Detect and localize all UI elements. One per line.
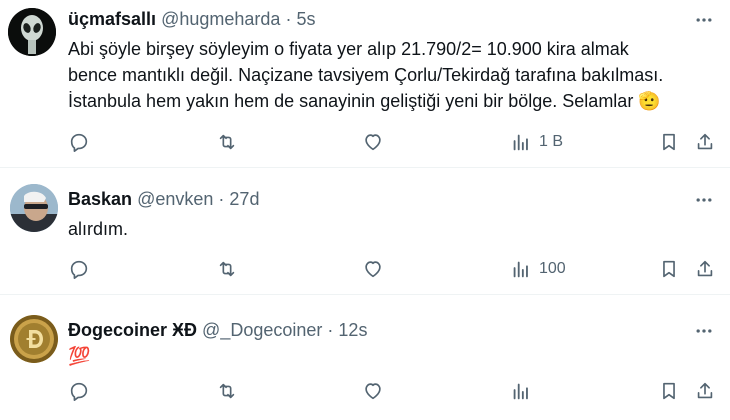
handle[interactable]: @_Dogecoiner	[202, 320, 322, 340]
heart-icon	[365, 261, 381, 278]
tweet-text: 💯	[68, 343, 90, 369]
tweet[interactable]: Ðogecoiner ӾÐ @_Dogecoiner · 12s 💯	[0, 295, 730, 420]
bookmark-button[interactable]	[658, 130, 680, 154]
views-icon	[513, 383, 528, 400]
timestamp[interactable]: 27d	[229, 189, 259, 209]
avatar[interactable]	[10, 315, 58, 363]
share-icon	[697, 382, 713, 399]
views-count: 1 B	[539, 133, 564, 150]
heart-icon	[365, 383, 381, 400]
reply-button[interactable]	[68, 379, 90, 403]
hundred-points-emoji: 💯	[68, 346, 91, 366]
separator: ·	[327, 320, 334, 340]
tweet-header: Ðogecoiner ӾÐ @_Dogecoiner · 12s	[68, 319, 367, 341]
separator: ·	[285, 9, 292, 29]
views-button[interactable]: 1 B	[510, 130, 563, 154]
views-button[interactable]	[510, 379, 539, 403]
retweet-button[interactable]	[216, 379, 238, 403]
views-count: 100	[539, 260, 566, 277]
retweet-icon	[219, 261, 235, 277]
saluting-face-emoji: 🫡	[638, 91, 661, 111]
views-icon	[513, 261, 528, 278]
bookmark-icon	[663, 382, 675, 400]
dogecoin-avatar-image	[10, 315, 58, 363]
bookmark-icon	[663, 133, 675, 151]
share-button[interactable]	[694, 257, 716, 281]
more-icon[interactable]	[692, 319, 716, 343]
bookmark-icon	[663, 260, 675, 278]
person-avatar-image	[10, 184, 58, 232]
avatar[interactable]	[8, 8, 56, 56]
tweet-text-line: bence mantıklı değil. Naçizane tavsiyem …	[68, 65, 664, 85]
tweet-text-line: alırdım.	[68, 219, 129, 239]
tweet-text: Abi şöyle birşey söyleyim o fiyata yer a…	[68, 36, 663, 114]
views-icon	[513, 134, 528, 151]
reply-button[interactable]	[68, 257, 90, 281]
avatar[interactable]	[10, 184, 58, 232]
reply-icon	[70, 260, 88, 279]
share-button[interactable]	[694, 130, 716, 154]
more-icon[interactable]	[692, 188, 716, 212]
display-name[interactable]: üçmafsallı	[68, 9, 156, 29]
share-icon	[697, 133, 713, 150]
retweet-icon	[219, 134, 235, 150]
reply-icon	[70, 133, 88, 152]
display-name[interactable]: Ðogecoiner ӾÐ	[68, 320, 197, 340]
share-button[interactable]	[694, 379, 716, 403]
retweet-button[interactable]	[216, 257, 238, 281]
reply-button[interactable]	[68, 130, 90, 154]
tweet-text-line: Abi şöyle birşey söyleyim o fiyata yer a…	[68, 39, 629, 59]
tweet-header: üçmafsallı @hugmeharda · 5s	[68, 8, 315, 30]
tweet[interactable]: üçmafsallı @hugmeharda · 5s Abi şöyle bi…	[0, 0, 730, 166]
tweet-text: alırdım.	[68, 216, 128, 242]
display-name[interactable]: Baskan	[68, 189, 132, 209]
like-button[interactable]	[362, 379, 384, 403]
bookmark-button[interactable]	[658, 257, 680, 281]
separator: ·	[218, 189, 225, 209]
reply-icon	[70, 382, 88, 401]
retweet-button[interactable]	[216, 130, 238, 154]
share-icon	[697, 260, 713, 277]
bookmark-button[interactable]	[658, 379, 680, 403]
tweet-header: Baskan @envken · 27d	[68, 188, 259, 210]
handle[interactable]: @envken	[137, 189, 213, 209]
tweet-text-line: İstanbula hem yakın hem de sanayinin gel…	[68, 88, 663, 114]
like-button[interactable]	[362, 130, 384, 154]
timestamp[interactable]: 5s	[296, 9, 315, 29]
handle[interactable]: @hugmeharda	[161, 9, 280, 29]
alien-avatar-image	[8, 8, 56, 56]
timestamp[interactable]: 12s	[338, 320, 367, 340]
tweet-text-segment: İstanbula hem yakın hem de sanayinin gel…	[68, 91, 634, 111]
views-button[interactable]: 100	[510, 257, 566, 281]
tweet[interactable]: Baskan @envken · 27d alırdım. 100	[0, 168, 730, 292]
more-icon[interactable]	[692, 8, 716, 32]
retweet-icon	[219, 383, 235, 399]
like-button[interactable]	[362, 257, 384, 281]
heart-icon	[365, 134, 381, 151]
